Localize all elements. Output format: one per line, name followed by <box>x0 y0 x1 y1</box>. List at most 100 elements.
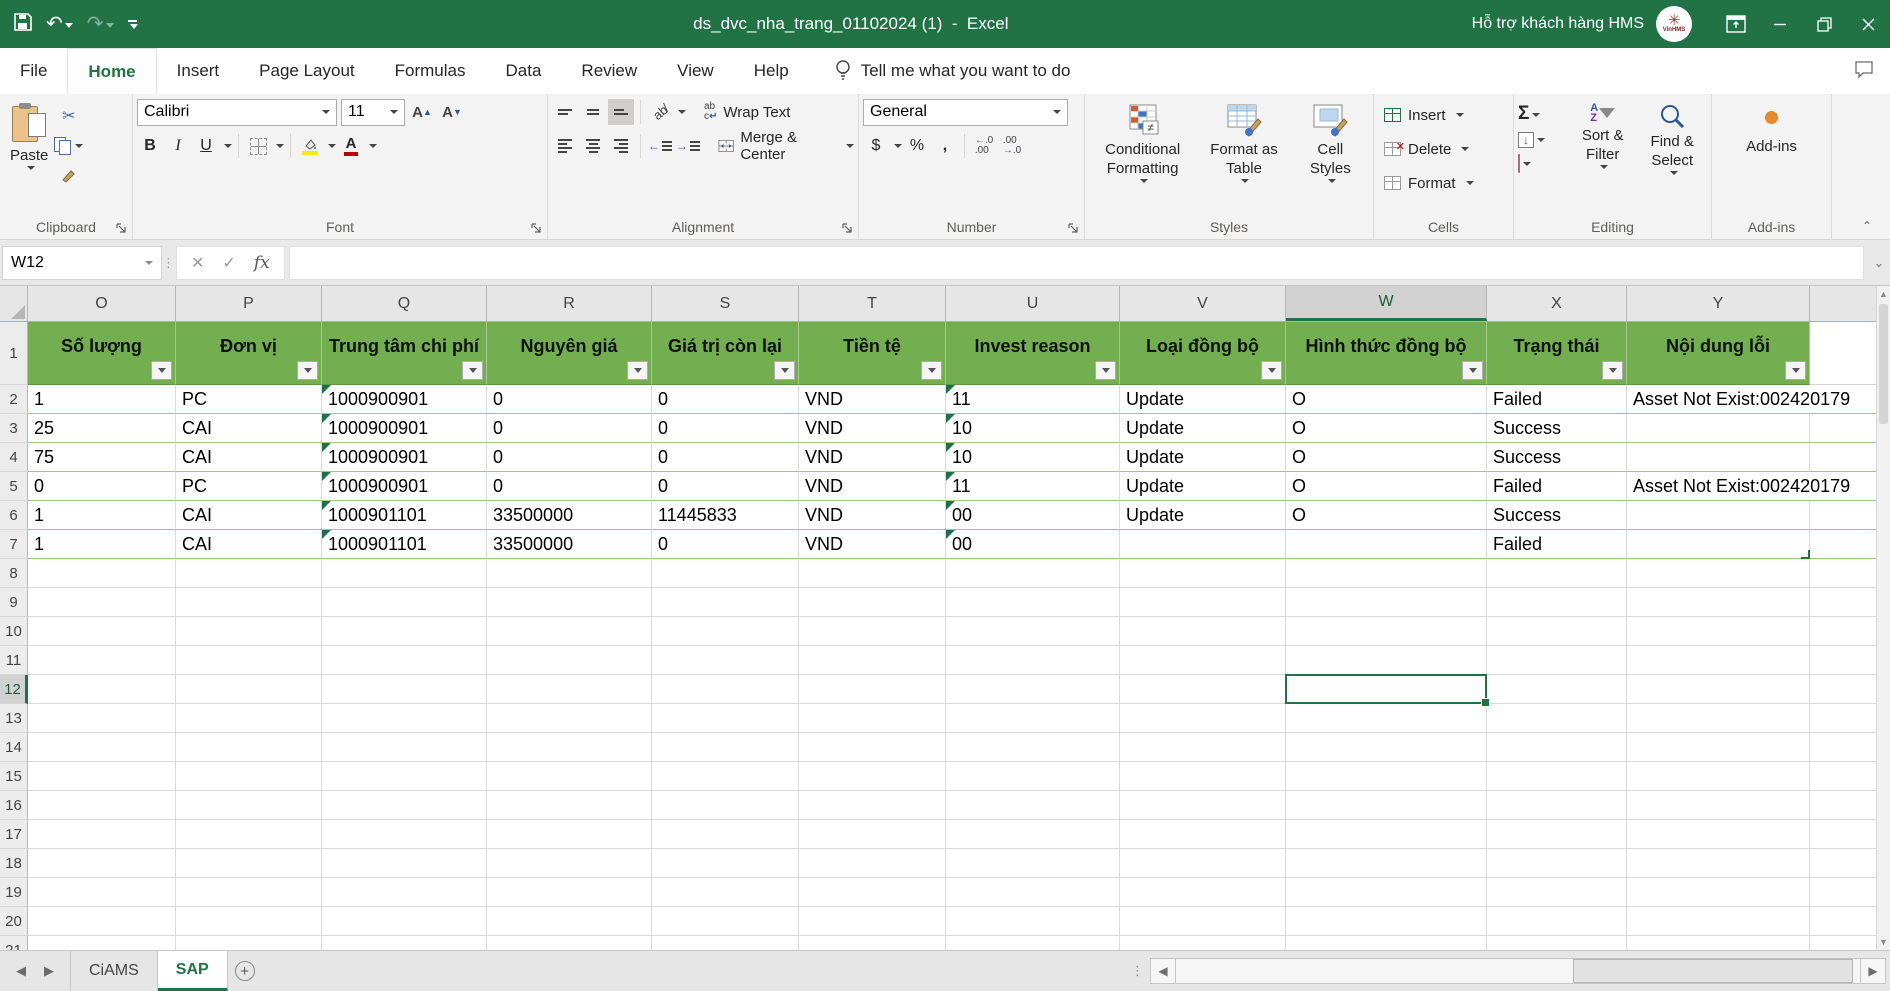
cell-blank[interactable] <box>1810 791 1876 820</box>
align-left-button[interactable] <box>552 133 578 159</box>
tab-formulas[interactable]: Formulas <box>375 48 486 94</box>
cell-T10[interactable] <box>799 617 946 646</box>
cell-Y5[interactable]: Asset Not Exist:002420179 <box>1627 472 1810 501</box>
column-header-S[interactable]: S <box>652 286 799 321</box>
cell-Q5[interactable]: 1000900901 <box>322 472 487 501</box>
cell-P18[interactable] <box>176 849 322 878</box>
cell-P13[interactable] <box>176 704 322 733</box>
find-select-button[interactable]: Find & Select <box>1637 99 1707 215</box>
cell-U4[interactable]: 10 <box>946 443 1120 472</box>
cell-U2[interactable]: 11 <box>946 385 1120 414</box>
cell-U8[interactable] <box>946 559 1120 588</box>
cell-W3[interactable]: O <box>1286 414 1487 443</box>
cell-blank[interactable] <box>1810 443 1876 472</box>
cell-blank[interactable] <box>1810 704 1876 733</box>
cell-V11[interactable] <box>1120 646 1286 675</box>
formula-input[interactable] <box>289 246 1864 280</box>
cell-V4[interactable]: Update <box>1120 443 1286 472</box>
cell-T13[interactable] <box>799 704 946 733</box>
cell-Q9[interactable] <box>322 588 487 617</box>
cell-W17[interactable] <box>1286 820 1487 849</box>
fill-color-button[interactable] <box>297 133 323 159</box>
cell-X16[interactable] <box>1487 791 1627 820</box>
cell-O4[interactable]: 75 <box>28 443 176 472</box>
cell-P14[interactable] <box>176 733 322 762</box>
row-header-12[interactable]: 12 <box>0 675 28 704</box>
cell-Q4[interactable]: 1000900901 <box>322 443 487 472</box>
select-all-corner[interactable] <box>0 286 28 321</box>
cell-U11[interactable] <box>946 646 1120 675</box>
cell-V14[interactable] <box>1120 733 1286 762</box>
column-header-U[interactable]: U <box>946 286 1120 321</box>
cell-T7[interactable]: VND <box>799 530 946 559</box>
header-cell-O1[interactable]: Số lượng <box>28 322 176 385</box>
cell-O12[interactable] <box>28 675 176 704</box>
bottom-align-button[interactable] <box>608 99 634 125</box>
tab-home[interactable]: Home <box>67 48 156 94</box>
cell-X17[interactable] <box>1487 820 1627 849</box>
scroll-down-icon[interactable]: ▼ <box>1877 934 1890 950</box>
cut-button[interactable]: ✂ <box>54 103 83 129</box>
addins-button[interactable]: Add-ins <box>1740 99 1803 215</box>
delete-cells-button[interactable]: ✕Delete <box>1378 136 1509 162</box>
cell-X13[interactable] <box>1487 704 1627 733</box>
cell-T21[interactable] <box>799 936 946 950</box>
cell-X20[interactable] <box>1487 907 1627 936</box>
row-header-17[interactable]: 17 <box>0 820 28 849</box>
tab-file[interactable]: File <box>0 48 67 94</box>
sort-filter-button[interactable]: AZ Sort & Filter <box>1568 99 1638 215</box>
header-cell-V1[interactable]: Loại đồng bộ <box>1120 322 1286 385</box>
tab-insert[interactable]: Insert <box>157 48 240 94</box>
cell-V20[interactable] <box>1120 907 1286 936</box>
cell-P12[interactable] <box>176 675 322 704</box>
cell-V10[interactable] <box>1120 617 1286 646</box>
cell-T15[interactable] <box>799 762 946 791</box>
ribbon-display-options-button[interactable] <box>1714 0 1758 48</box>
row-header-21[interactable]: 21 <box>0 936 28 950</box>
cell-W5[interactable]: O <box>1286 472 1487 501</box>
bold-button[interactable]: B <box>137 133 163 159</box>
cell-U10[interactable] <box>946 617 1120 646</box>
column-header-O[interactable]: O <box>28 286 176 321</box>
cell-W20[interactable] <box>1286 907 1487 936</box>
format-cells-button[interactable]: Format <box>1378 170 1509 196</box>
cell-W8[interactable] <box>1286 559 1487 588</box>
cell-O3[interactable]: 25 <box>28 414 176 443</box>
row-header-15[interactable]: 15 <box>0 762 28 791</box>
cell-Y17[interactable] <box>1627 820 1810 849</box>
cell-T5[interactable]: VND <box>799 472 946 501</box>
cell-blank[interactable] <box>1810 733 1876 762</box>
cell-U9[interactable] <box>946 588 1120 617</box>
filter-dropdown-icon[interactable] <box>1785 361 1806 380</box>
cell-X18[interactable] <box>1487 849 1627 878</box>
row-header-2[interactable]: 2 <box>0 385 28 414</box>
filter-dropdown-icon[interactable] <box>462 361 483 380</box>
row-header-5[interactable]: 5 <box>0 472 28 501</box>
cell-S3[interactable]: 0 <box>652 414 799 443</box>
cell-T2[interactable]: VND <box>799 385 946 414</box>
cell-O18[interactable] <box>28 849 176 878</box>
cell-V16[interactable] <box>1120 791 1286 820</box>
row-header-7[interactable]: 7 <box>0 530 28 559</box>
cell-blank[interactable] <box>1810 617 1876 646</box>
cell-Q8[interactable] <box>322 559 487 588</box>
new-sheet-button[interactable]: + <box>228 951 262 991</box>
paste-button[interactable]: Paste <box>4 99 54 215</box>
clear-button[interactable] <box>1518 155 1568 173</box>
row-header-3[interactable]: 3 <box>0 414 28 443</box>
format-painter-button[interactable] <box>54 163 83 189</box>
cell-T20[interactable] <box>799 907 946 936</box>
column-header-Q[interactable]: Q <box>322 286 487 321</box>
cell-V5[interactable]: Update <box>1120 472 1286 501</box>
cell-X19[interactable] <box>1487 878 1627 907</box>
cell-Y4[interactable] <box>1627 443 1810 472</box>
cell-S11[interactable] <box>652 646 799 675</box>
cell-T9[interactable] <box>799 588 946 617</box>
cell-blank[interactable] <box>1810 849 1876 878</box>
cell-Q21[interactable] <box>322 936 487 950</box>
cell-O14[interactable] <box>28 733 176 762</box>
cell-S17[interactable] <box>652 820 799 849</box>
cell-Q7[interactable]: 1000901101 <box>322 530 487 559</box>
cell-O17[interactable] <box>28 820 176 849</box>
filter-dropdown-icon[interactable] <box>627 361 648 380</box>
